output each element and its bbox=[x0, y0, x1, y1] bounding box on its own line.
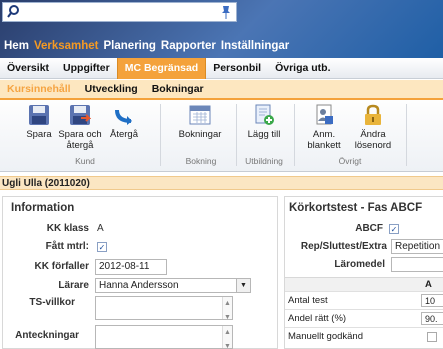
fatt-mtrl-label: Fått mtrl: bbox=[45, 241, 89, 252]
row-label: Manuellt godkänd bbox=[288, 331, 363, 342]
manuellt-godkand-checkbox[interactable] bbox=[427, 332, 437, 342]
user-form-icon bbox=[316, 104, 333, 125]
floppy-disk-arrow-icon bbox=[70, 105, 91, 125]
bookings-button[interactable]: Bokningar bbox=[178, 104, 222, 140]
nav-installningar[interactable]: Inställningar bbox=[220, 40, 290, 56]
customer-name-bar: Ugli Ulla (2011020) bbox=[0, 176, 443, 190]
ribbon-toolbar: Spara Spara och återgå Återgå Kund Bokni… bbox=[0, 100, 443, 172]
change-password-button[interactable]: Ändra lösenord bbox=[350, 104, 396, 151]
chevron-down-icon[interactable]: ▼ bbox=[236, 279, 250, 292]
group-separator bbox=[294, 104, 295, 166]
rep-sluttest-extra-select[interactable]: Repetition bbox=[391, 239, 443, 254]
registration-form-button[interactable]: Anm. blankett bbox=[304, 104, 344, 151]
pin-icon[interactable] bbox=[219, 4, 233, 20]
group-kund: Kund bbox=[75, 156, 95, 166]
korkortstest-panel: Körkortstest - Fas ABCF ABCF ✓ Rep/Slutt… bbox=[284, 196, 443, 349]
tab-bokningar[interactable]: Bokningar bbox=[145, 83, 211, 95]
textarea-scrollbar[interactable]: ▲ ▼ bbox=[222, 297, 232, 321]
table-row: Antal test 10 bbox=[285, 291, 443, 309]
row-label: Antal test bbox=[288, 295, 328, 306]
return-label: Återgå bbox=[110, 129, 138, 140]
kk-forfaller-date-input[interactable]: 2012-08-11 bbox=[95, 259, 167, 275]
bookings-label: Bokningar bbox=[178, 129, 222, 140]
laromedel-input[interactable] bbox=[391, 257, 443, 272]
tab-mc-begransad[interactable]: MC Begränsad bbox=[116, 57, 207, 79]
column-header-a: A bbox=[425, 279, 432, 290]
kk-klass-label: KK klass bbox=[46, 223, 89, 234]
tab-personbil[interactable]: Personbil bbox=[206, 58, 268, 79]
add-label: Lägg till bbox=[247, 129, 281, 140]
save-and-return-label: Spara och återgå bbox=[58, 129, 102, 151]
group-ovrigt: Övrigt bbox=[338, 156, 362, 166]
tertiary-nav: Kursinnehåll Utveckling Bokningar bbox=[0, 80, 443, 100]
kk-klass-value: A bbox=[97, 223, 104, 234]
save-and-return-button[interactable]: Spara och återgå bbox=[58, 104, 102, 151]
information-panel: Information KK klass A Fått mtrl: ✓ KK f… bbox=[2, 196, 278, 349]
nav-verksamhet[interactable]: Verksamhet bbox=[33, 40, 100, 56]
top-header: Hem Verksamhet Planering Rapporter Instä… bbox=[0, 0, 443, 58]
table-row: Manuellt godkänd bbox=[285, 327, 443, 345]
nav-planering[interactable]: Planering bbox=[103, 40, 157, 56]
table-header-row: A bbox=[285, 277, 443, 291]
search-icon bbox=[7, 5, 19, 18]
nav-rapporter[interactable]: Rapporter bbox=[160, 40, 217, 56]
larare-select-value: Hanna Andersson bbox=[99, 280, 179, 291]
abcf-label: ABCF bbox=[355, 223, 383, 234]
larare-label: Lärare bbox=[58, 280, 89, 291]
kk-forfaller-label: KK förfaller bbox=[34, 261, 89, 272]
rep-sluttest-extra-label: Rep/Sluttest/Extra bbox=[300, 241, 387, 252]
korkortstest-title: Körkortstest - Fas ABCF bbox=[289, 202, 423, 214]
tab-uppgifter[interactable]: Uppgifter bbox=[56, 58, 117, 79]
table-row: Andel rätt (%) 90. bbox=[285, 309, 443, 327]
return-button[interactable]: Återgå bbox=[108, 104, 140, 140]
main-nav: Hem Verksamhet Planering Rapporter Instä… bbox=[0, 40, 290, 56]
group-utbildning: Utbildning bbox=[245, 156, 283, 166]
ts-villkor-label: TS-villkor bbox=[29, 297, 75, 308]
tab-oversikt[interactable]: Översikt bbox=[0, 58, 56, 79]
group-separator bbox=[406, 104, 407, 166]
information-title: Information bbox=[11, 202, 75, 214]
andel-ratt-input[interactable]: 90. bbox=[421, 312, 443, 325]
larare-select[interactable]: Hanna Andersson ▼ bbox=[95, 278, 251, 293]
group-bokning: Bokning bbox=[185, 156, 217, 166]
registration-form-label: Anm. blankett bbox=[307, 129, 341, 151]
antal-test-input[interactable]: 10 bbox=[421, 294, 443, 307]
search-input[interactable] bbox=[2, 2, 237, 22]
save-button-label: Spara bbox=[26, 129, 52, 140]
group-separator bbox=[236, 104, 237, 166]
tab-kursinnehall[interactable]: Kursinnehåll bbox=[0, 83, 78, 95]
calendar-icon bbox=[189, 105, 211, 125]
change-password-label: Ändra lösenord bbox=[354, 129, 392, 151]
group-separator bbox=[160, 104, 161, 166]
add-button[interactable]: Lägg till bbox=[244, 104, 284, 140]
ts-villkor-textarea[interactable]: ▲ ▼ bbox=[95, 296, 233, 321]
floppy-disk-icon bbox=[29, 105, 49, 125]
sub-nav: Översikt Uppgifter MC Begränsad Personbi… bbox=[0, 57, 443, 79]
lock-icon bbox=[365, 104, 381, 125]
row-label: Andel rätt (%) bbox=[288, 313, 347, 324]
anteckningar-textarea[interactable]: ▲ ▼ bbox=[95, 325, 233, 349]
tab-utveckling[interactable]: Utveckling bbox=[78, 83, 145, 95]
return-arrow-icon bbox=[115, 109, 132, 125]
textarea-scrollbar[interactable]: ▲ ▼ bbox=[222, 326, 232, 349]
nav-hem[interactable]: Hem bbox=[3, 40, 30, 56]
laromedel-label: Läromedel bbox=[334, 259, 385, 270]
abcf-checkbox[interactable]: ✓ bbox=[389, 224, 399, 234]
tab-ovriga-utb[interactable]: Övriga utb. bbox=[268, 58, 337, 79]
save-button[interactable]: Spara bbox=[24, 104, 54, 140]
add-document-icon bbox=[255, 104, 274, 125]
anteckningar-label: Anteckningar bbox=[15, 330, 79, 341]
fatt-mtrl-checkbox[interactable]: ✓ bbox=[97, 242, 107, 252]
